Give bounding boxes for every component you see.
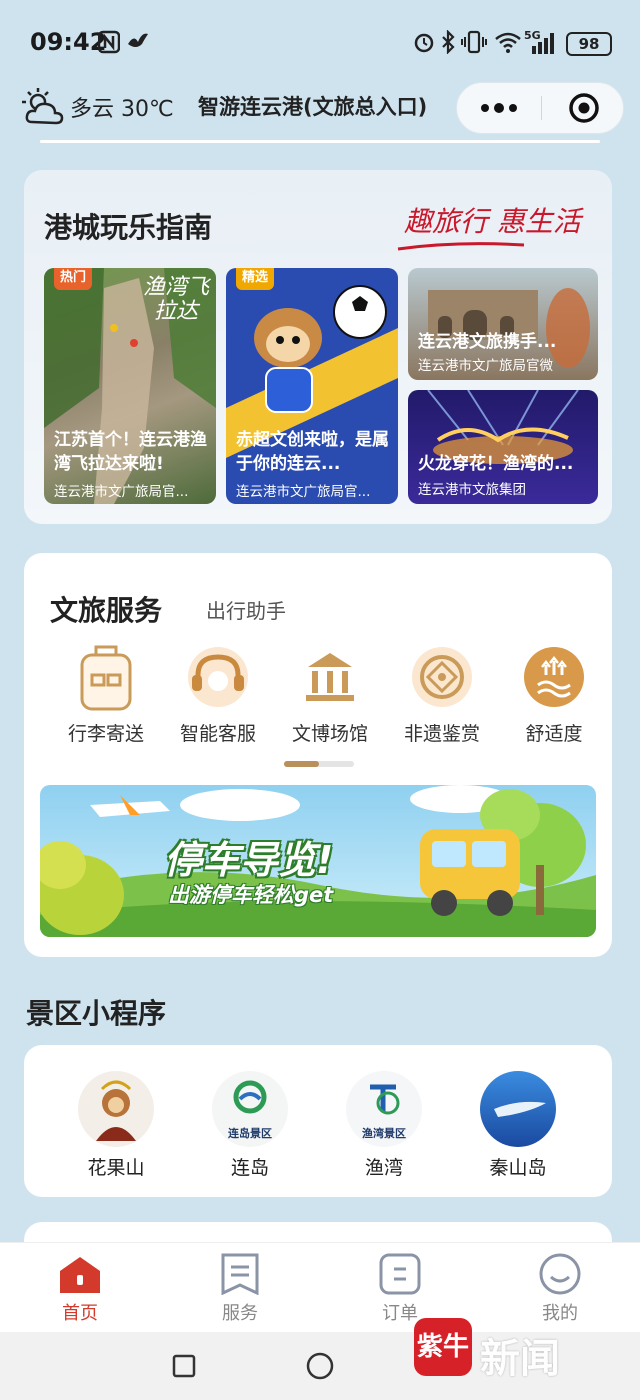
huaguoshan-logo — [66, 1069, 166, 1153]
service-label: 舒适度 — [525, 723, 583, 745]
mini-program-capsule — [456, 82, 624, 134]
tab-orders[interactable]: 订单 — [350, 1251, 450, 1324]
qinshandao-logo — [468, 1069, 568, 1153]
service-label: 非遗鉴赏 — [403, 723, 480, 745]
mini-program-label: 渔湾 — [364, 1157, 403, 1179]
service-label: 行李寄送 — [67, 723, 144, 745]
service-comfort-level[interactable]: 舒适度 — [506, 645, 602, 745]
home-icon — [30, 1251, 130, 1299]
watermark-text: 新闻 — [480, 1336, 560, 1382]
tile-title: 连云港文旅携手... — [418, 332, 557, 352]
orders-icon — [350, 1251, 450, 1299]
tile-source: 连云港市文旅集团 — [418, 482, 526, 498]
svg-text:5G: 5G — [524, 29, 541, 42]
home-button[interactable] — [305, 1351, 335, 1385]
banner-subtitle: 出游停车轻松get — [168, 883, 334, 907]
battery-indicator: 98 — [566, 32, 612, 56]
guide-tile[interactable]: 精选 赤超文创来啦，是属于你的连云... 连云港市文广旅局官... — [226, 268, 398, 504]
services-icon — [190, 1251, 290, 1299]
guide-card: 港城玩乐指南 趣旅行 惠生活 热门 渔湾飞拉达 江苏首个！连云港渔湾飞拉达来啦!… — [24, 170, 612, 524]
status-time: 09:42 — [30, 28, 107, 56]
section-title-mini-programs: 景区小程序 — [26, 997, 167, 1030]
bluetooth-icon — [440, 29, 456, 59]
guide-tile[interactable]: 连云港文旅携手... 连云港市文广旅局官微 — [408, 268, 598, 380]
guide-slogan: 趣旅行 惠生活 — [404, 205, 581, 238]
alarm-icon — [412, 30, 436, 59]
divider — [40, 140, 600, 143]
nfc-icon — [97, 30, 121, 59]
heritage-icon — [394, 645, 490, 715]
yuwan-logo-text: 渔湾景区 — [362, 1127, 406, 1140]
wifi-icon — [494, 30, 522, 59]
status-bar: 09:42 5G 98 — [0, 0, 640, 84]
tile-title: 江苏首个！连云港渔湾飞拉达来啦! — [54, 430, 207, 474]
tile-tag-hot: 热门 — [54, 268, 93, 290]
tab-label: 我的 — [542, 1303, 578, 1324]
page-indicator — [284, 761, 354, 767]
guide-tile[interactable]: 火龙穿花！渔湾的... 连云港市文旅集团 — [408, 390, 598, 504]
mini-programs-card: 花果山 连岛景区 连岛 渔湾景区 渔湾 秦山岛 — [24, 1045, 612, 1197]
tab-label: 首页 — [62, 1303, 98, 1324]
bottom-tab-bar: 首页 服务 订单 我的 — [0, 1242, 640, 1332]
service-label: 文博场馆 — [291, 723, 368, 745]
luggage-icon — [58, 645, 154, 715]
mini-program-huaguoshan[interactable]: 花果山 — [66, 1069, 166, 1179]
guide-tile[interactable]: 热门 渔湾飞拉达 江苏首个！连云港渔湾飞拉达来啦! 连云港市文广旅局官... — [44, 268, 216, 504]
signal-icon: 5G — [524, 28, 560, 61]
bird-icon — [126, 30, 150, 57]
tab-profile[interactable]: 我的 — [510, 1251, 610, 1324]
service-heritage[interactable]: 非遗鉴赏 — [394, 645, 490, 745]
page-title: 智游连云港(文旅总入口) — [198, 95, 428, 119]
more-options-button[interactable] — [457, 83, 541, 133]
page-indicator-fill — [284, 761, 319, 767]
tile-source: 连云港市文广旅局官... — [236, 484, 371, 500]
service-luggage-delivery[interactable]: 行李寄送 — [58, 645, 154, 745]
tab-culture-tourism-services[interactable]: 文旅服务 — [50, 589, 162, 629]
tile-art-text: 渔湾飞拉达 — [142, 275, 209, 324]
cloudy-weather-icon — [22, 86, 66, 134]
tile-title: 赤超文创来啦，是属于你的连云... — [236, 430, 389, 474]
service-label: 智能客服 — [179, 723, 256, 745]
slogan-brush-stroke — [396, 236, 526, 251]
comfort-icon — [506, 645, 602, 715]
tab-home[interactable]: 首页 — [30, 1251, 130, 1324]
parking-guide-banner[interactable]: 停车导览! 出游停车轻松get — [40, 785, 596, 937]
mini-program-yuwan[interactable]: 渔湾景区 渔湾 — [334, 1069, 434, 1179]
tab-services[interactable]: 服务 — [190, 1251, 290, 1324]
recent-apps-button[interactable] — [172, 1354, 196, 1382]
watermark-badge: 紫牛 — [414, 1318, 472, 1376]
vibrate-icon — [460, 30, 488, 59]
service-museums[interactable]: 文博场馆 — [282, 645, 378, 745]
services-card: 文旅服务 出行助手 行李寄送 智能客服 文博场馆 非遗鉴赏 舒适度 停车导览! … — [24, 553, 612, 957]
banner-title: 停车导览! — [164, 838, 334, 882]
tile-source: 连云港市文广旅局官... — [54, 484, 189, 500]
mini-program-liandao[interactable]: 连岛景区 连岛 — [200, 1069, 300, 1179]
mini-program-label: 花果山 — [87, 1157, 145, 1179]
guide-title: 港城玩乐指南 — [44, 211, 213, 244]
tile-source: 连云港市文广旅局官微 — [418, 358, 553, 374]
tab-travel-assistant[interactable]: 出行助手 — [206, 595, 286, 624]
museum-icon — [282, 645, 378, 715]
headset-icon — [170, 645, 266, 715]
tab-label: 服务 — [222, 1303, 258, 1324]
mini-program-label: 连岛 — [230, 1157, 269, 1179]
mini-program-label: 秦山岛 — [489, 1157, 547, 1179]
close-mini-program-button[interactable] — [542, 83, 625, 133]
profile-icon — [510, 1251, 610, 1299]
tile-title: 火龙穿花！渔湾的... — [418, 454, 574, 474]
tile-tag-featured: 精选 — [236, 268, 275, 290]
weather-text: 多云 30℃ — [70, 97, 174, 122]
liandao-logo-text: 连岛景区 — [228, 1127, 272, 1140]
mini-program-qinshandao[interactable]: 秦山岛 — [468, 1069, 568, 1179]
service-smart-support[interactable]: 智能客服 — [170, 645, 266, 745]
